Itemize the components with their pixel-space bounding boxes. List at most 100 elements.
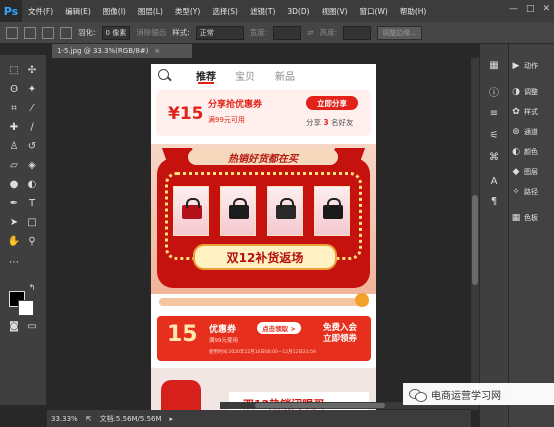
panel-adjustments[interactable]: ◑ 调整: [511, 84, 538, 100]
adjustments-icon[interactable]: ≡: [486, 106, 502, 120]
menu-bar: Ps 文件(F) 编辑(E) 图像(I) 图层(L) 类型(Y) 选择(S) 滤…: [0, 0, 554, 22]
clone-source-icon[interactable]: ⌘: [486, 150, 502, 164]
document-tab[interactable]: 1-5.jpg @ 33.3%(RGB/8#) ×: [52, 44, 192, 58]
bag-image: [229, 198, 249, 219]
minimize-icon[interactable]: —: [509, 4, 518, 14]
height-input[interactable]: [343, 25, 372, 40]
antialias-checkbox[interactable]: 消除锯齿: [136, 27, 166, 38]
quick-mask-icon[interactable]: ◙: [6, 319, 22, 333]
vertical-scroll-thumb[interactable]: [472, 195, 478, 285]
width-label: 宽度:: [249, 28, 268, 37]
brush-icon[interactable]: ∕: [24, 120, 40, 134]
horizontal-scroll-thumb[interactable]: [255, 403, 385, 408]
menu-help[interactable]: 帮助(H): [394, 6, 433, 17]
document-canvas[interactable]: 推荐 宝贝 新品 ¥15 分享抢优惠券 满99元可用 立即分享 分享 3 名好友…: [151, 64, 376, 410]
eyedropper-icon[interactable]: ⁄: [24, 101, 40, 115]
decor-dot: [355, 293, 369, 307]
banner-title: 热销好货都在买: [188, 149, 338, 165]
export-icon[interactable]: ⇱: [86, 415, 92, 423]
clone-stamp-icon[interactable]: ♙: [6, 139, 22, 153]
menu-3d[interactable]: 3D(D): [281, 7, 315, 16]
wechat-logo-icon: [409, 387, 427, 402]
pen-icon[interactable]: ✒: [6, 196, 22, 210]
panel-color[interactable]: ◐ 颜色: [511, 144, 538, 160]
dodge-icon[interactable]: ◐: [24, 177, 40, 191]
menu-layer[interactable]: 图层(L): [132, 6, 169, 17]
panel-swatches[interactable]: ▦ 色板: [511, 210, 538, 226]
zoom-icon[interactable]: ⚲: [24, 234, 40, 248]
history-brush-icon[interactable]: ↺: [24, 139, 40, 153]
bag-image: [323, 198, 343, 219]
menu-filter[interactable]: 滤镜(T): [244, 6, 281, 17]
crop-icon[interactable]: ⌗: [6, 101, 22, 115]
panel-actions[interactable]: ▶ 动作: [511, 58, 538, 74]
menu-image[interactable]: 图像(I): [97, 6, 132, 17]
document-tab-title: 1-5.jpg @ 33.3%(RGB/8#): [57, 47, 149, 55]
design-nav: 推荐 宝贝 新品: [151, 64, 376, 86]
hot-sale-banner: 热销好货都在买 双12补货返场: [151, 144, 376, 294]
hand-icon[interactable]: ✋: [6, 234, 22, 248]
history-icon[interactable]: ▦: [486, 58, 502, 72]
panel-styles[interactable]: ✿ 样式: [511, 104, 538, 120]
eraser-icon[interactable]: ▱: [6, 158, 22, 172]
share-coupon-value: ¥15: [168, 104, 204, 124]
member-coupon: 15 优惠券 满99元使用 点击领取 > 使用时间:2020年12月10日00:…: [157, 316, 371, 361]
panel-paths[interactable]: ✧ 路径: [511, 184, 538, 200]
width-input[interactable]: [273, 25, 302, 40]
path-selection-icon[interactable]: ➤: [6, 215, 22, 229]
healing-brush-icon[interactable]: ✚: [6, 120, 22, 134]
character-icon[interactable]: A: [486, 174, 502, 188]
brush-presets-icon[interactable]: ⚟: [486, 128, 502, 142]
type-icon[interactable]: T: [24, 196, 40, 210]
photoshop-logo: Ps: [0, 0, 22, 22]
close-tab-icon[interactable]: ×: [154, 47, 160, 55]
zoom-level[interactable]: 33.33%: [51, 415, 78, 423]
add-selection-icon[interactable]: [42, 26, 54, 39]
style-select[interactable]: 正常: [195, 25, 244, 40]
share-now-badge: 立即分享: [306, 96, 358, 110]
marquee-icon[interactable]: ⬚: [6, 63, 22, 77]
paint-bucket-icon[interactable]: ◈: [24, 158, 40, 172]
menu-select[interactable]: 选择(S): [206, 6, 244, 17]
move-icon[interactable]: ✣: [24, 63, 40, 77]
lasso-icon[interactable]: ʘ: [6, 82, 22, 96]
paragraph-icon[interactable]: ¶: [486, 194, 502, 208]
member-coupon-value: 15: [167, 322, 198, 347]
marquee-tool-icon[interactable]: [6, 26, 18, 39]
subtract-selection-icon[interactable]: [60, 26, 72, 39]
member-coupon-title: 优惠券: [209, 325, 237, 335]
swap-icon[interactable]: ⇄: [307, 28, 313, 37]
blur-icon[interactable]: ●: [6, 177, 22, 191]
feather-label: 羽化:: [78, 28, 96, 37]
menu-view[interactable]: 视图(V): [316, 6, 354, 17]
close-icon[interactable]: ✕: [542, 4, 550, 14]
menu-edit[interactable]: 编辑(E): [59, 6, 97, 17]
play-icon: ▶: [512, 61, 520, 71]
new-selection-icon[interactable]: [24, 26, 36, 39]
maximize-icon[interactable]: □: [526, 4, 535, 14]
menu-type[interactable]: 类型(Y): [169, 6, 206, 17]
refine-edge-button[interactable]: 调整边缘...: [377, 25, 422, 40]
paths-icon: ✧: [512, 187, 520, 197]
more-tools-icon[interactable]: ⋯: [6, 255, 22, 269]
swap-colors-icon[interactable]: ↰: [24, 280, 40, 294]
magic-wand-icon[interactable]: ✦: [24, 82, 40, 96]
properties-icon[interactable]: ⓘ: [486, 84, 502, 99]
share-friends-text: 分享 3 名好友: [306, 118, 354, 127]
height-label: 高度:: [319, 28, 338, 37]
screen-mode-icon[interactable]: ▭: [24, 319, 40, 333]
feather-input[interactable]: 0 像素: [101, 25, 131, 40]
style-label: 样式:: [172, 28, 190, 37]
menu-window[interactable]: 窗口(W): [354, 6, 394, 17]
status-arrow-icon[interactable]: ▸: [170, 415, 174, 423]
panel-layers[interactable]: ◆ 图层: [511, 164, 538, 180]
menu-file[interactable]: 文件(F): [22, 6, 59, 17]
tools-panel: ⬚ ✣ ʘ ✦ ⌗ ⁄ ✚ ∕ ♙ ↺ ▱ ◈ ● ◐ ✒ T ➤ □ ✋ ⚲ …: [0, 55, 47, 405]
design-tab-recommend: 推荐: [196, 68, 216, 84]
rectangle-icon[interactable]: □: [24, 215, 40, 229]
panel-channels[interactable]: ⊛ 通道: [511, 124, 538, 140]
swatches-icon: ▦: [511, 213, 521, 223]
search-icon: [158, 69, 169, 80]
background-color-swatch[interactable]: [18, 300, 34, 316]
product-image: [220, 186, 256, 236]
